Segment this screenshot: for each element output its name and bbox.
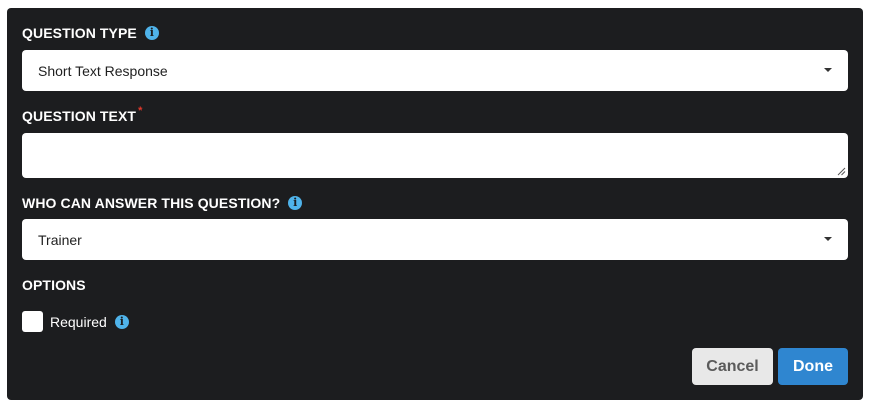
- question-editor-panel: QUESTION TYPE i Short Text Response QUES…: [7, 8, 863, 400]
- question-type-select[interactable]: Short Text Response: [22, 50, 848, 91]
- question-type-selected-value: Short Text Response: [38, 62, 168, 79]
- question-text-textarea[interactable]: [22, 133, 848, 178]
- who-can-answer-label: WHO CAN ANSWER THIS QUESTION?: [22, 195, 281, 211]
- question-type-label: QUESTION TYPE: [22, 25, 137, 41]
- required-asterisk: *: [138, 105, 143, 117]
- options-label: OPTIONS: [22, 277, 86, 293]
- info-icon[interactable]: i: [144, 26, 159, 40]
- required-checkbox-label[interactable]: Required: [50, 314, 107, 330]
- who-can-answer-select[interactable]: Trainer: [22, 219, 848, 260]
- who-can-answer-label-row: WHO CAN ANSWER THIS QUESTION? i: [22, 193, 303, 213]
- required-checkbox[interactable]: [22, 311, 43, 332]
- question-type-label-row: QUESTION TYPE i: [22, 23, 159, 43]
- options-label-row: OPTIONS: [22, 275, 86, 295]
- resize-grip-icon[interactable]: [837, 167, 846, 176]
- required-checkbox-label-row: Required i: [50, 312, 129, 332]
- cancel-button[interactable]: Cancel: [692, 348, 773, 385]
- caret-down-icon: [824, 237, 832, 241]
- question-text-label: QUESTION TEXT: [22, 108, 137, 124]
- who-can-answer-selected-value: Trainer: [38, 231, 82, 248]
- done-button[interactable]: Done: [778, 348, 848, 385]
- caret-down-icon: [824, 68, 832, 72]
- info-icon[interactable]: i: [114, 315, 129, 329]
- info-icon[interactable]: i: [288, 196, 303, 210]
- question-text-label-row: QUESTION TEXT *: [22, 105, 143, 126]
